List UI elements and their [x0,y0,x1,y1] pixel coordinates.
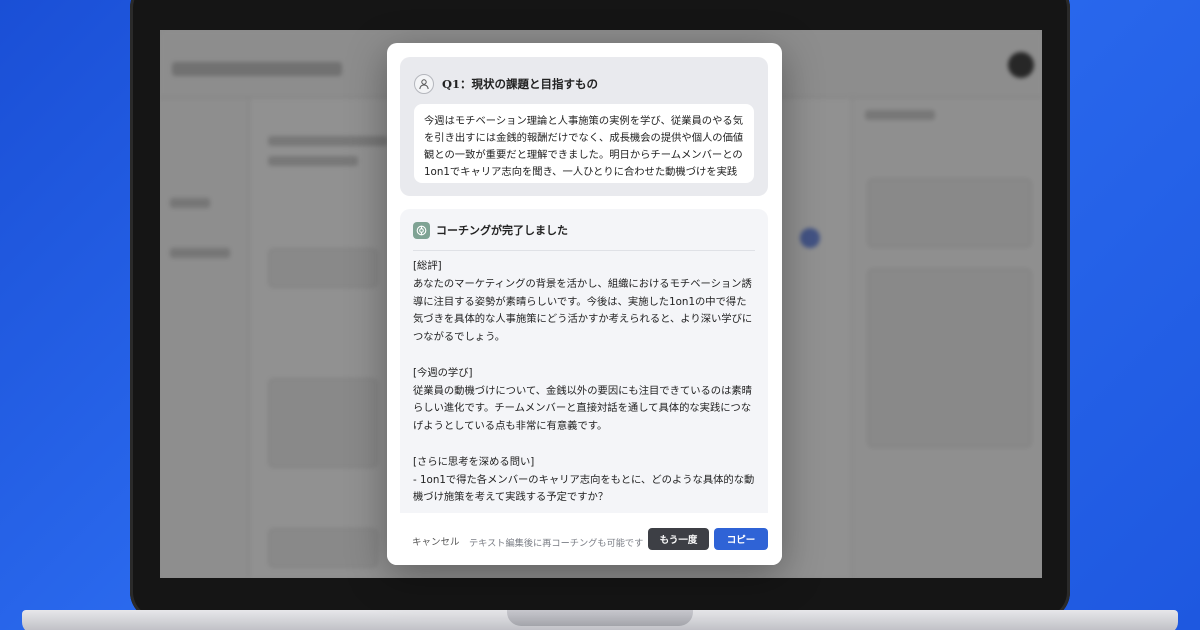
result-body-text: [総評] あなたのマーケティングの背景を活かし、組織におけるモチベーション誘導に… [413,260,755,504]
question-answer-text[interactable]: 今週はモチベーション理論と人事施策の実例を学び、従業員のやる気を引き出すには金銭… [414,104,754,183]
cancel-button[interactable]: キャンセル [412,534,460,548]
recoaching-hint: テキスト編集後に再コーチングも可能です [469,538,644,549]
coaching-result-modal: Q1：現状の課題と目指すもの 今週はモチベーション理論と人事施策の実例を学び、従… [387,43,782,565]
assistant-logo-icon [413,222,430,239]
copy-button[interactable]: コピー [714,528,768,550]
question-header: Q1：現状の課題と目指すもの [414,74,598,94]
user-icon [414,74,434,94]
question-section: Q1：現状の課題と目指すもの 今週はモチベーション理論と人事施策の実例を学び、従… [400,57,768,196]
result-header: コーチングが完了しました [413,222,755,251]
retry-button[interactable]: もう一度 [648,528,709,550]
modal-footer: キャンセル テキスト編集後に再コーチングも可能です もう一度 コピー [387,513,782,565]
result-title: コーチングが完了しました [436,224,568,237]
result-section: コーチングが完了しました [総評] あなたのマーケティングの背景を活かし、組織に… [400,209,768,565]
question-title: Q1：現状の課題と目指すもの [442,77,599,91]
laptop-notch [507,610,693,626]
